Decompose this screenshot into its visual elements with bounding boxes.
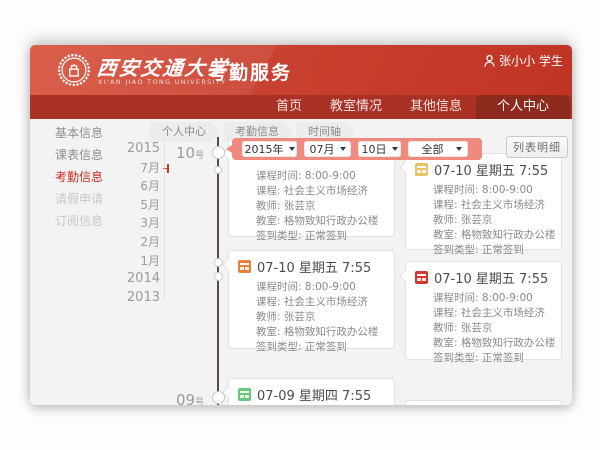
- year-dropdown[interactable]: 2015年: [242, 141, 297, 157]
- month-dropdown[interactable]: 07月: [304, 141, 351, 157]
- chevron-down-icon: [456, 147, 462, 151]
- main-nav: 首页 教室情况 其他信息 个人中心: [30, 95, 572, 119]
- type-dropdown[interactable]: 全部: [408, 141, 468, 157]
- timeline-node-large: [212, 391, 225, 404]
- card-field: 教室: 格物致知行政办公楼: [256, 214, 388, 229]
- card-field: 教室: 格物致知行政办公楼: [433, 228, 555, 243]
- person-icon: [484, 55, 495, 67]
- sidebar-item-timetable[interactable]: 课表信息: [55, 144, 103, 166]
- axis-month-feb[interactable]: 2月: [115, 233, 160, 252]
- card-field: 教师: 张芸京: [433, 213, 555, 228]
- page-background: 西安交通大学 XI'AN JIAO TONG UNIVERSITY 考勤服务 张…: [0, 0, 600, 450]
- card-field: 课程时间: 8:00-9:00: [433, 291, 555, 306]
- sidebar-item-attendance[interactable]: 考勤信息: [55, 166, 103, 188]
- chevron-down-icon: [340, 147, 346, 151]
- nav-item-classrooms[interactable]: 教室情况: [316, 95, 396, 119]
- calendar-icon: [415, 271, 428, 284]
- university-logo-icon: [57, 53, 91, 87]
- chevron-down-icon: [289, 147, 295, 151]
- axis-month-mar[interactable]: 3月: [115, 214, 160, 233]
- card-fields: [406, 401, 561, 405]
- attendance-card[interactable]: [405, 400, 562, 405]
- card-field: 课程时间: 8:00-9:00: [256, 169, 388, 184]
- app-header: 西安交通大学 XI'AN JIAO TONG UNIVERSITY 考勤服务 张…: [30, 45, 572, 95]
- card-field: 课程: 社会主义市场经济: [433, 306, 555, 321]
- card-field: 课程: 社会主义市场经济: [256, 184, 388, 199]
- service-title: 考勤服务: [208, 58, 292, 85]
- calendar-icon: [415, 163, 428, 176]
- card-field: 教师: 张芸京: [256, 199, 388, 214]
- card-field: 课程: 社会主义市场经济: [433, 198, 555, 213]
- axis-month-jul[interactable]: 7月: [115, 159, 160, 178]
- card-date: 07-09 星期四 7:55: [257, 385, 371, 404]
- card-fields: 课程时间: 8:00-9:00课程: 社会主义市场经济教师: 张芸京教室: 格物…: [406, 178, 561, 258]
- sidebar-item-basic-info[interactable]: 基本信息: [55, 122, 103, 144]
- card-field: 签到类型: 正常签到: [256, 229, 388, 244]
- chevron-down-icon: [392, 147, 398, 151]
- axis-month-jun[interactable]: 6月: [115, 177, 160, 196]
- nav-item-personal-center[interactable]: 个人中心: [476, 95, 570, 119]
- attendance-card[interactable]: 07-10 星期五 7:55 课程时间: 8:00-9:00课程: 社会主义市场…: [405, 261, 562, 360]
- nav-item-other-info[interactable]: 其他信息: [396, 95, 476, 119]
- card-field: 签到类型: 正常签到: [433, 243, 555, 258]
- list-detail-button[interactable]: 列表明细: [506, 136, 568, 158]
- calendar-icon: [238, 260, 251, 273]
- user-name: 张小小: [499, 52, 535, 69]
- axis-year-2015[interactable]: 2015: [115, 140, 160, 159]
- card-date: 07-10 星期五 7:55: [257, 257, 371, 276]
- card-fields: 课程时间: 8:00-9:00课程: 社会主义市场经济教师: 张芸京教室: 格物…: [406, 286, 561, 366]
- attendance-card[interactable]: 07-09 星期四 7:55: [228, 378, 395, 405]
- card-fields: 课程时间: 8:00-9:00课程: 社会主义市场经济教师: 张芸京教室: 格物…: [229, 275, 394, 355]
- timeline-node-small: [214, 258, 223, 267]
- card-field: 签到类型: 正常签到: [256, 340, 388, 355]
- timeline-axis: 2015 7月 6月 5月 3月 2月 1月 2014 2013: [115, 140, 160, 307]
- attendance-card[interactable]: 07-10 星期五 7:55 课程时间: 8:00-9:00课程: 社会主义市场…: [228, 250, 395, 349]
- content-area: 基本信息 课表信息 考勤信息 请假申请 订阅信息 个人中心 考勤信息 时间轴 2…: [30, 119, 572, 405]
- card-date: 07-10 星期五 7:55: [434, 160, 548, 179]
- card-field: 课程时间: 8:00-9:00: [433, 183, 555, 198]
- breadcrumb-personal-center[interactable]: 个人中心: [150, 122, 220, 142]
- user-info[interactable]: 张小小 学生: [484, 52, 563, 69]
- timeline-node-small: [214, 166, 222, 174]
- user-role: 学生: [539, 52, 563, 69]
- timeline-line: [217, 137, 219, 405]
- card-field: 教室: 格物致知行政办公楼: [433, 336, 555, 351]
- sidebar-item-leave-request[interactable]: 请假申请: [55, 188, 103, 210]
- axis-month-may[interactable]: 5月: [115, 196, 160, 215]
- calendar-icon: [238, 388, 251, 401]
- axis-year-2014[interactable]: 2014: [115, 270, 160, 289]
- card-field: 教室: 格物致知行政办公楼: [256, 325, 388, 340]
- sidebar-item-subscription[interactable]: 订阅信息: [55, 210, 103, 232]
- card-field: 课程时间: 8:00-9:00: [256, 280, 388, 295]
- card-date: 07-10 星期五 7:55: [434, 268, 548, 287]
- card-fields: 课程时间: 8:00-9:00课程: 社会主义市场经济教师: 张芸京教室: 格物…: [229, 164, 394, 244]
- card-field: 教师: 张芸京: [433, 321, 555, 336]
- axis-month-jan[interactable]: 1月: [115, 252, 160, 271]
- timeline-node-large: [212, 146, 225, 159]
- day-dropdown[interactable]: 10日: [358, 141, 401, 157]
- date-filter-bar: 2015年 07月 10日 全部: [232, 138, 482, 160]
- card-field: 课程: 社会主义市场经济: [256, 295, 388, 310]
- card-field: 教师: 张芸京: [256, 310, 388, 325]
- app-window: 西安交通大学 XI'AN JIAO TONG UNIVERSITY 考勤服务 张…: [30, 45, 572, 405]
- nav-item-home[interactable]: 首页: [262, 95, 316, 119]
- day-marker-09[interactable]: 09号: [176, 390, 204, 405]
- day-marker-10[interactable]: 10号: [176, 143, 204, 162]
- timeline-node-small: [214, 272, 223, 281]
- attendance-card[interactable]: 07-10 星期五 7:55 课程时间: 8:00-9:00课程: 社会主义市场…: [405, 153, 562, 250]
- axis-separator: [164, 139, 165, 301]
- axis-year-2013[interactable]: 2013: [115, 289, 160, 308]
- card-field: 签到类型: 正常签到: [433, 351, 555, 366]
